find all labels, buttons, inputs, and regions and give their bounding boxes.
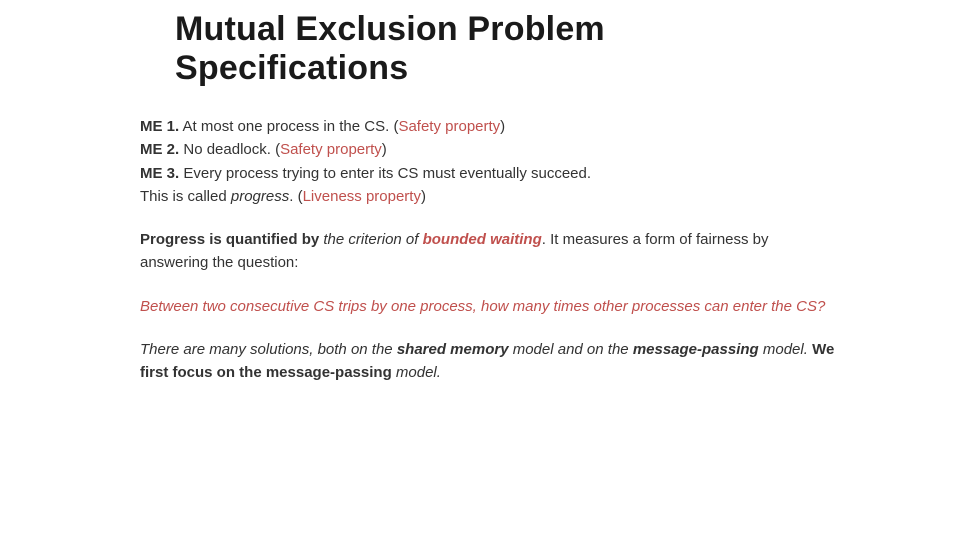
me3-property: Liveness property [303, 188, 421, 205]
me3-close: ) [421, 188, 426, 205]
message-passing-term: message-passing [633, 341, 759, 358]
me1-label: ME 1. [140, 118, 179, 135]
me3-line-2: This is called progress. (Liveness prope… [140, 185, 840, 208]
slide-title: Mutual Exclusion Problem Specifications [175, 10, 605, 88]
slide-body: ME 1. At most one process in the CS. (Sa… [140, 115, 840, 384]
fairness-question: Between two consecutive CS trips by one … [140, 295, 840, 318]
me3-label: ME 3. [140, 165, 179, 182]
title-line-1: Mutual Exclusion Problem [175, 10, 605, 48]
progress-para-a: Progress is quantified by [140, 231, 319, 248]
solutions-c: model. [759, 341, 812, 358]
me2-close: ) [382, 141, 387, 158]
me1-line: ME 1. At most one process in the CS. (Sa… [140, 115, 840, 138]
me3-progress-term: progress [231, 188, 289, 205]
me1-close: ) [500, 118, 505, 135]
spacer-3 [140, 318, 840, 338]
me1-text: At most one process in the CS. ( [179, 118, 398, 135]
shared-memory-term: shared memory [397, 341, 509, 358]
me2-label: ME 2. [140, 141, 179, 158]
me2-line: ME 2. No deadlock. (Safety property) [140, 138, 840, 161]
me2-text: No deadlock. ( [179, 141, 280, 158]
me3-text-2a: This is called [140, 188, 231, 205]
me3-text-1: Every process trying to enter its CS mus… [179, 165, 591, 182]
me2-property: Safety property [280, 141, 382, 158]
me3-line-1: ME 3. Every process trying to enter its … [140, 162, 840, 185]
bounded-waiting-term: bounded waiting [423, 231, 542, 248]
me3-text-2b: . ( [289, 188, 302, 205]
me1-property: Safety property [398, 118, 500, 135]
solutions-paragraph: There are many solutions, both on the sh… [140, 338, 840, 385]
solutions-d: model. [392, 364, 441, 381]
solutions-a: There are many solutions, both on the [140, 341, 397, 358]
progress-paragraph: Progress is quantified by the criterion … [140, 228, 840, 275]
progress-para-b: the criterion of [319, 231, 422, 248]
spacer-2 [140, 275, 840, 295]
slide: Mutual Exclusion Problem Specifications … [0, 0, 960, 540]
title-line-2: Specifications [175, 49, 408, 87]
solutions-b: model and on the [509, 341, 633, 358]
spacer-1 [140, 208, 840, 228]
